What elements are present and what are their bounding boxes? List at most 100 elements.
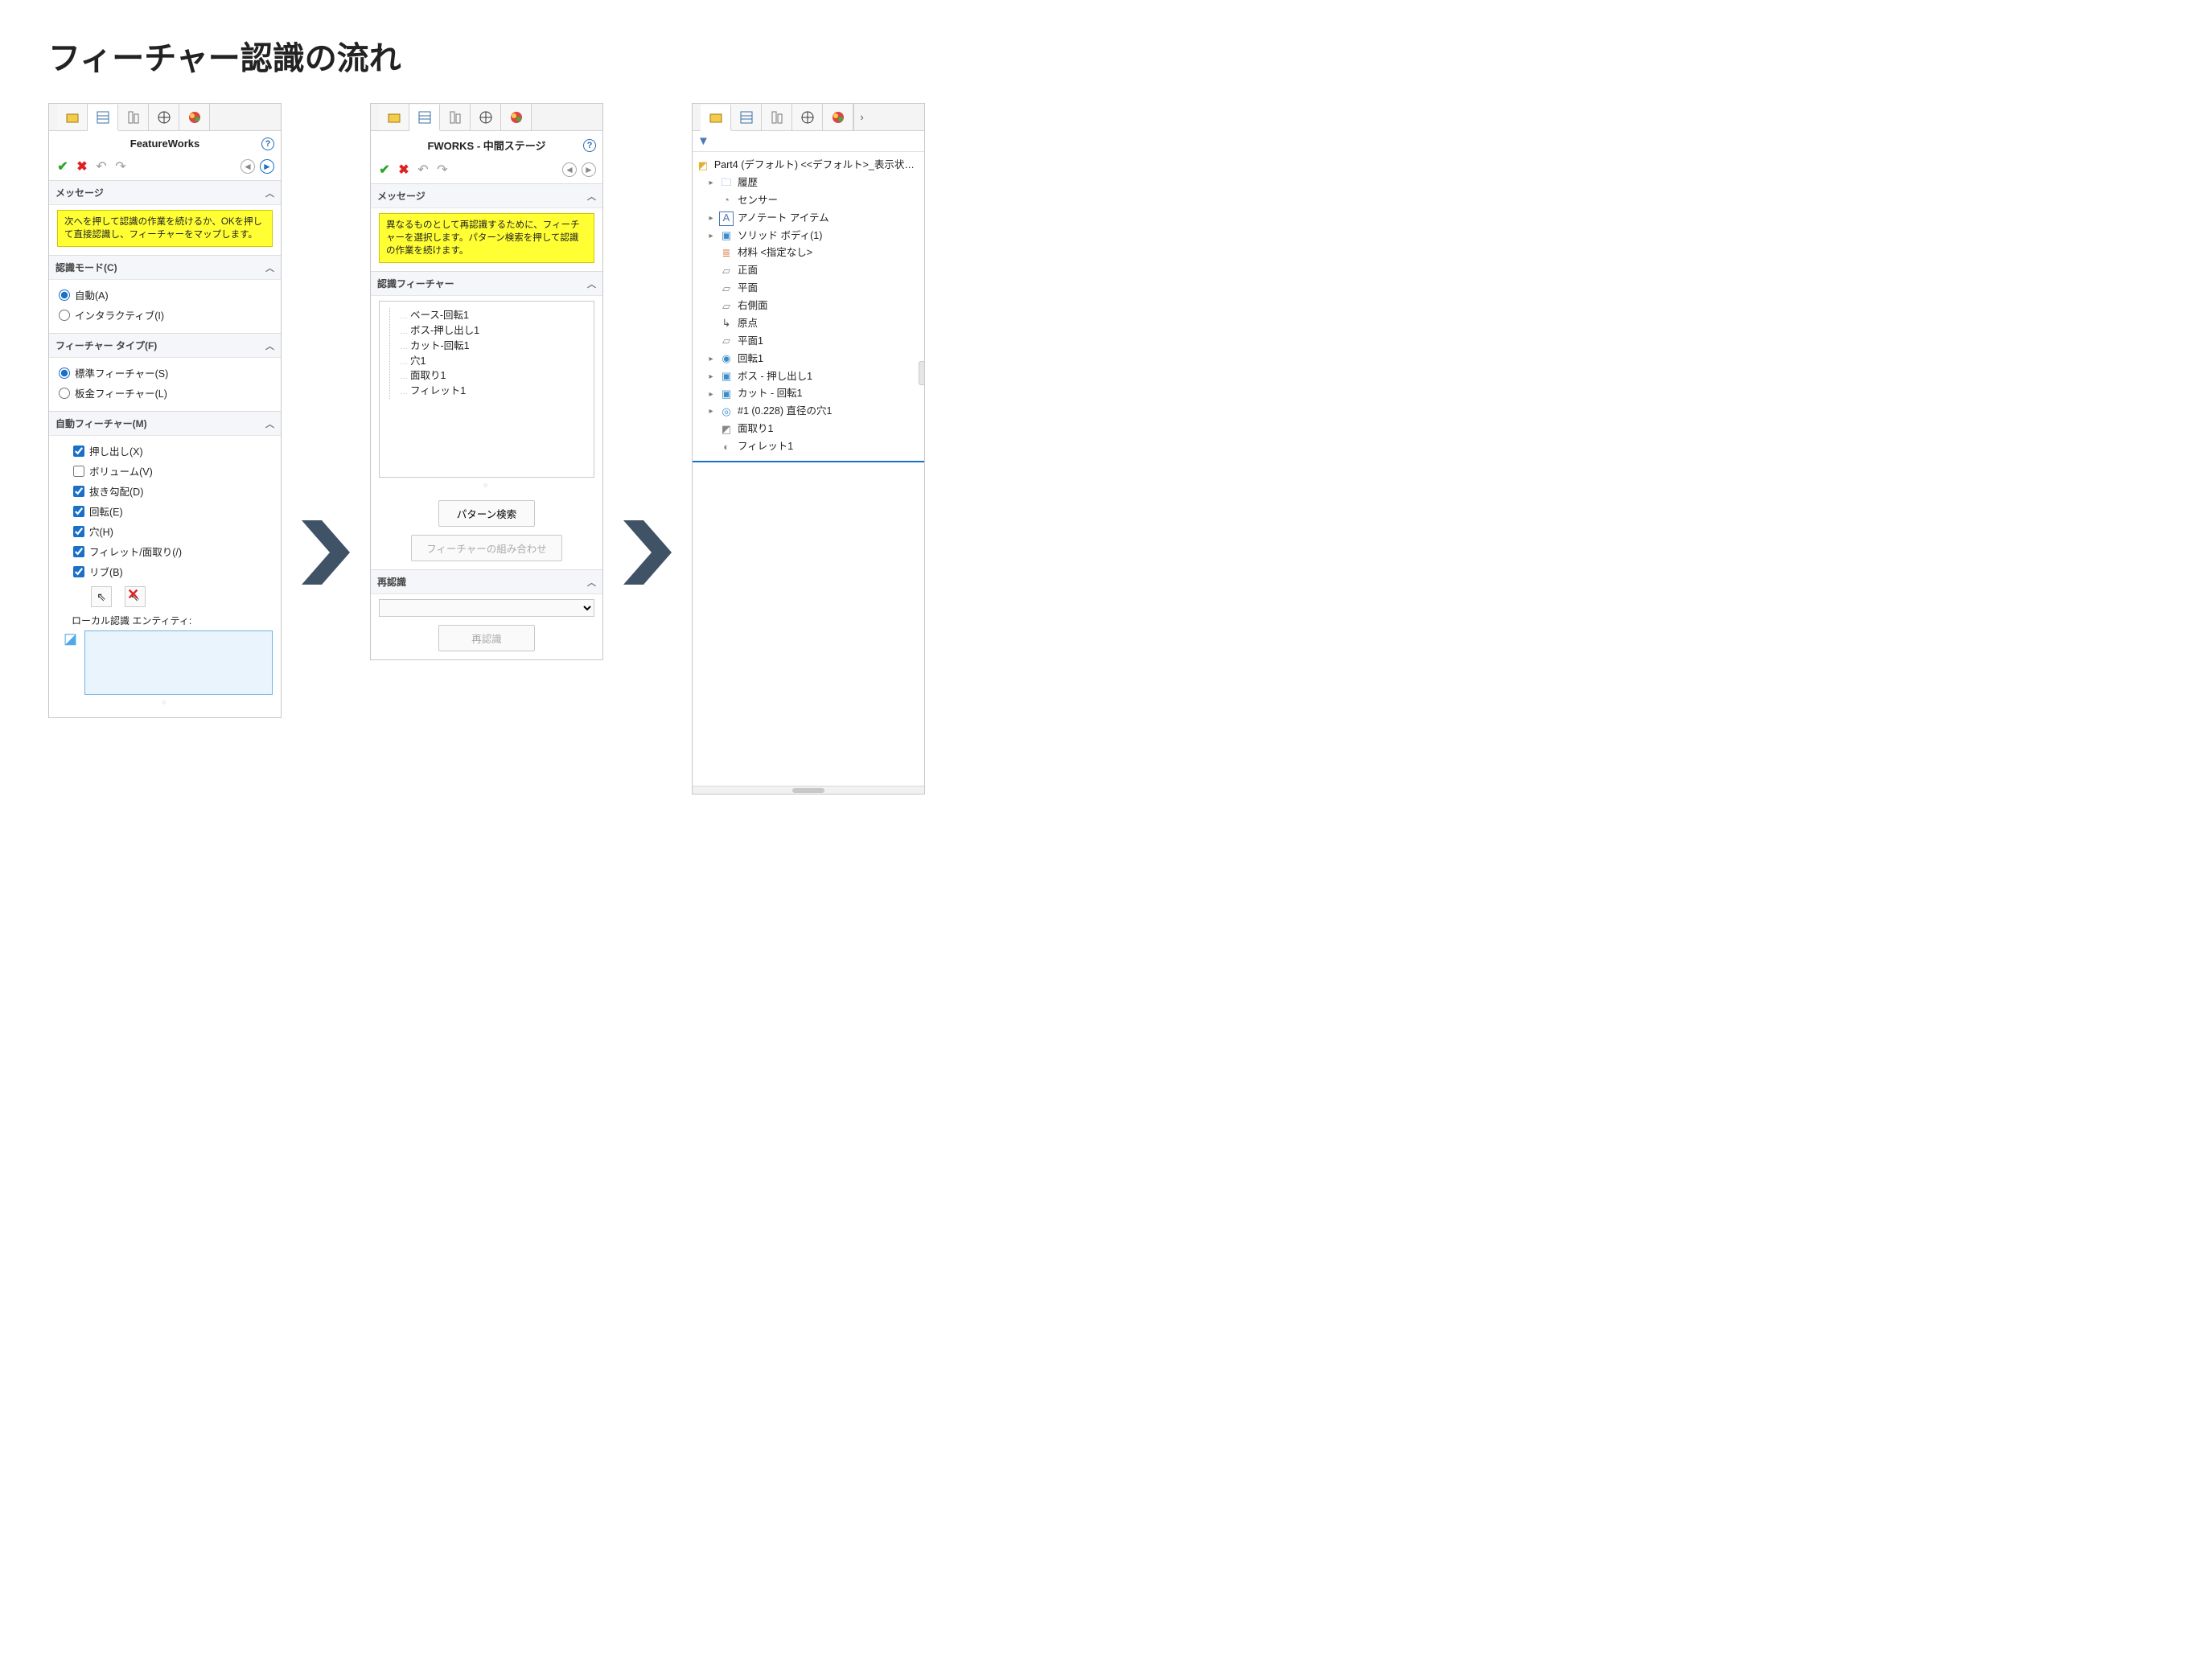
tab-dim-icon[interactable] [149,104,179,130]
list-item[interactable]: 穴1 [397,354,587,369]
expand-icon[interactable]: ▸ [707,370,715,384]
tree-item[interactable]: ▸◎#1 (0.228) 直径の穴1 [696,403,921,421]
prev-icon[interactable]: ◄ [241,159,255,174]
resize-grip-icon[interactable]: ○ [379,478,594,492]
radio-sheetmetal[interactable]: 板金フィーチャー(L) [57,383,273,403]
tree-item[interactable]: ▱平面 [696,280,921,298]
undo-icon[interactable]: ↶ [94,159,109,174]
tree-item[interactable]: ▸▣ソリッド ボディ(1) [696,228,921,245]
tree-item[interactable]: ≣材料 <指定なし> [696,244,921,262]
tree-item[interactable]: ▸🗀履歴 [696,175,921,192]
panel2-msg-header[interactable]: メッセージ︿ [371,183,602,208]
resize-grip-icon[interactable]: ○ [57,695,273,709]
tab-appearance-icon[interactable] [823,104,853,130]
chk-hole[interactable]: 穴(H) [72,521,273,541]
next-icon[interactable]: ► [260,159,274,174]
tab-property-icon[interactable] [409,105,440,131]
mode-header[interactable]: 認識モード(C)︿ [49,255,281,280]
tree-root[interactable]: ◩ Part4 (デフォルト) <<デフォルト>_表示状態 1 [696,157,921,175]
prev-icon[interactable]: ◄ [562,162,577,177]
ext-icon: ▣ [719,369,734,384]
radio-interactive[interactable]: インタラクティブ(I) [57,305,273,325]
tree-item-label: #1 (0.228) 直径の穴1 [738,403,832,421]
rerecog-header[interactable]: 再認識︿ [371,569,602,594]
tab-dim-icon[interactable] [792,104,823,130]
tree-item[interactable]: ▱正面 [696,262,921,280]
recognized-feature-list[interactable]: ベース-回転1ボス-押し出し1カット-回転1穴1面取り1フィレット1 [379,301,594,478]
cancel-icon[interactable]: ✖ [75,159,89,174]
tree-item[interactable]: ▸◉回転1 [696,351,921,368]
help-icon[interactable]: ? [583,139,596,152]
expand-icon[interactable]: ▸ [707,176,715,191]
type-header[interactable]: フィーチャー タイプ(F)︿ [49,333,281,358]
chk-revolve[interactable]: 回転(E) [72,501,273,521]
tree-item[interactable]: ▸Aアノテート アイテム [696,210,921,228]
tree-item[interactable]: ▱右側面 [696,298,921,315]
chk-volume[interactable]: ボリューム(V) [72,461,273,481]
expand-icon[interactable]: ▸ [707,229,715,244]
panel1-title-row: FeatureWorks ? [49,131,281,156]
tree-item[interactable]: ▸▣カット - 回転1 [696,385,921,403]
chk-draft[interactable]: 抜き勾配(D) [72,481,273,501]
list-item[interactable]: フィレット1 [397,384,587,399]
tab-property-icon[interactable] [731,104,762,130]
redo-icon[interactable]: ↷ [435,162,450,177]
filter-bar[interactable]: ▼ [693,131,924,152]
tree-item[interactable]: ↳原点 [696,315,921,333]
combine-button[interactable]: フィーチャーの組み合わせ [411,535,562,561]
radio-auto[interactable]: 自動(A) [57,285,273,305]
tab-config-icon[interactable] [762,104,792,130]
list-item[interactable]: カット-回転1 [397,339,587,354]
rerecog-button[interactable]: 再認識 [438,625,535,651]
feature-tree[interactable]: ◩ Part4 (デフォルト) <<デフォルト>_表示状態 1 ▸🗀履歴◔センサ… [693,152,924,461]
tree-item[interactable]: ◐フィレット1 [696,438,921,456]
face-icon: ◪ [64,630,80,647]
chk-fillet[interactable]: フィレット/面取り(/) [72,541,273,561]
cancel-icon[interactable]: ✖ [397,162,411,177]
pattern-search-button[interactable]: パターン検索 [438,500,535,527]
horizontal-scrollbar[interactable] [693,786,924,794]
panel1-actions: ✔ ✖ ↶ ↷ ◄ ► [49,156,281,180]
list-item[interactable]: 面取り1 [397,368,587,384]
entity-select-box[interactable] [84,630,273,695]
tree-item[interactable]: ▸▣ボス - 押し出し1 [696,368,921,386]
tab-appearance-icon[interactable] [179,104,210,130]
auto-header[interactable]: 自動フィーチャー(M)︿ [49,411,281,436]
tree-item-label: アノテート アイテム [738,210,829,228]
expand-icon[interactable]: ▸ [707,211,715,226]
tree-item[interactable]: ◩面取り1 [696,421,921,438]
undo-icon[interactable]: ↶ [416,162,430,177]
arrow-right-icon [298,516,354,591]
redo-icon[interactable]: ↷ [113,159,128,174]
tree-item[interactable]: ▱平面1 [696,333,921,351]
panel1-msg-header[interactable]: メッセージ︿ [49,180,281,205]
tab-feature-icon[interactable] [379,104,409,130]
radio-standard[interactable]: 標準フィーチャー(S) [57,363,273,383]
tab-config-icon[interactable] [440,104,471,130]
rerecog-select[interactable] [379,599,594,617]
list-item[interactable]: ベース-回転1 [397,308,587,323]
select-filter-icon[interactable]: ⇖ [91,586,112,607]
help-icon[interactable]: ? [261,138,274,150]
expand-icon[interactable]: ▸ [707,388,715,402]
tab-feature-icon[interactable] [57,104,88,130]
clear-selection-icon[interactable]: ⇖✕ [125,586,146,607]
tab-property-icon[interactable] [88,105,118,131]
list-item[interactable]: ボス-押し出し1 [397,323,587,339]
ok-icon[interactable]: ✔ [377,162,392,177]
expand-icon[interactable]: ▸ [707,352,715,367]
chk-extrude[interactable]: 押し出し(X) [72,441,273,461]
tab-feature-icon[interactable] [701,105,731,131]
tab-appearance-icon[interactable] [501,104,532,130]
chk-rib[interactable]: リブ(B) [72,561,273,581]
tab-dim-icon[interactable] [471,104,501,130]
expand-icon[interactable]: ▸ [707,404,715,419]
plane-icon: ▱ [719,335,734,349]
overflow-icon[interactable]: › [853,104,870,130]
tab-config-icon[interactable] [118,104,149,130]
tree-item[interactable]: ◔センサー [696,192,921,210]
scroll-grip-icon[interactable] [919,361,925,385]
next-icon[interactable]: ► [582,162,596,177]
ok-icon[interactable]: ✔ [56,159,70,174]
feat-header[interactable]: 認識フィーチャー︿ [371,271,602,296]
